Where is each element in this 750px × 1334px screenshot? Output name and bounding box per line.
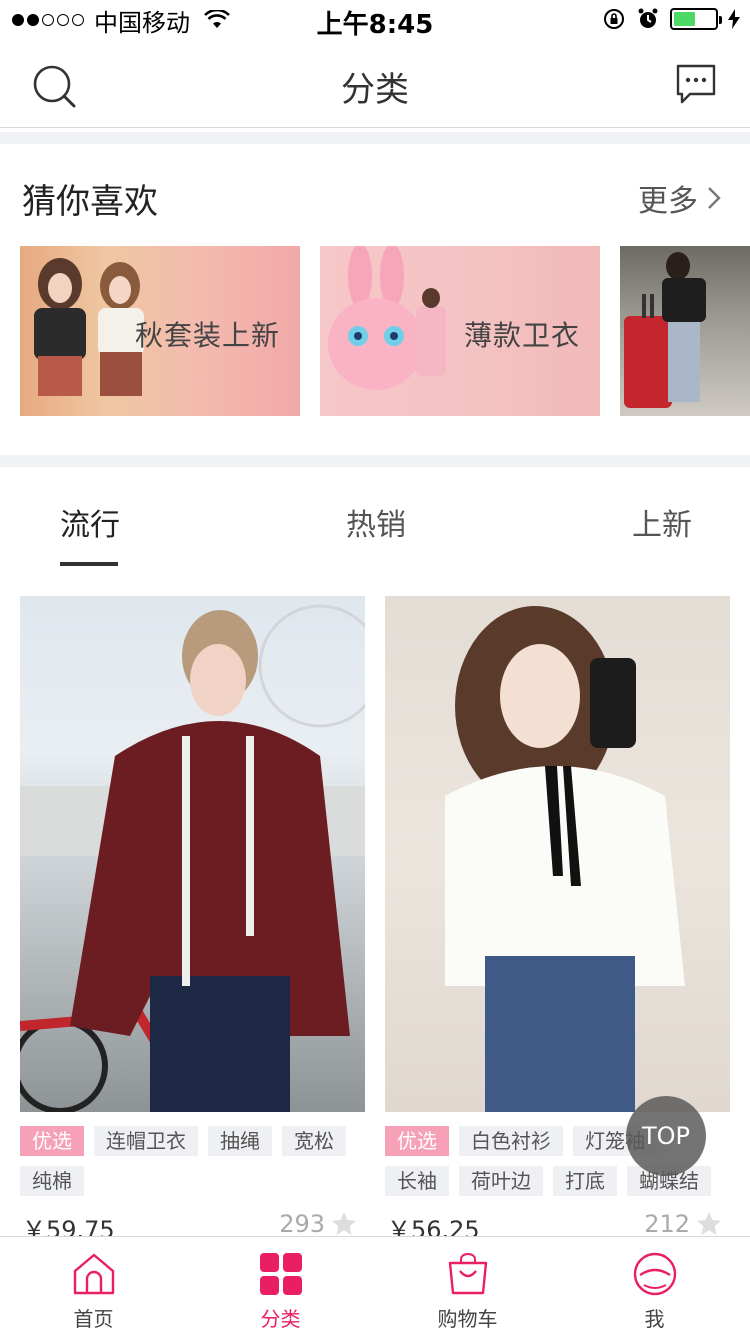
tab-active-indicator (60, 562, 118, 566)
banner-autumn-sets[interactable]: 秋套装上新 (20, 246, 300, 416)
alarm-icon (638, 8, 658, 28)
product-likes[interactable]: 212 (644, 1210, 722, 1238)
likes-count: 212 (644, 1210, 690, 1238)
message-icon[interactable] (674, 62, 718, 106)
tabbar-item-home[interactable]: 首页 (0, 1237, 187, 1334)
tag: 宽松 (282, 1126, 346, 1156)
hoodie-model-illustration (20, 604, 365, 1112)
banner-label: 秋套装上新 (134, 319, 280, 352)
tabbar-item-cart[interactable]: 购物车 (374, 1237, 561, 1334)
product-image[interactable] (385, 596, 730, 1112)
home-icon (73, 1253, 114, 1295)
star-icon (332, 1212, 356, 1235)
blouse-model-illustration (445, 606, 685, 1112)
status-bar: 中国移动 上午8:45 (0, 0, 750, 40)
tabbar-label: 购物车 (437, 1307, 498, 1331)
tabbar-item-profile[interactable]: 我 (561, 1237, 748, 1334)
tag-featured: 优选 (385, 1126, 449, 1156)
banner-light-hoodies[interactable]: 薄款卫衣 (320, 246, 600, 416)
tag: 荷叶边 (459, 1166, 543, 1196)
category-icon (259, 1253, 302, 1295)
tag: 抽绳 (208, 1126, 272, 1156)
tabbar-label: 首页 (73, 1307, 114, 1331)
tabbar-label: 我 (644, 1307, 665, 1331)
tag: 白色衬衫 (459, 1126, 563, 1156)
charging-icon (728, 9, 740, 29)
product-image[interactable] (20, 596, 365, 1112)
cart-icon (448, 1253, 487, 1295)
tag: 长袖 (385, 1166, 449, 1196)
more-label: 更多 (638, 184, 698, 219)
product-card[interactable]: 优选 连帽卫衣 抽绳 宽松 纯棉 ￥59.75 293 (20, 596, 365, 1250)
battery-icon (670, 8, 722, 30)
section-divider (0, 455, 750, 467)
tabbar-label: 分类 (260, 1307, 301, 1331)
scroll-to-top-button[interactable]: TOP (626, 1096, 706, 1176)
bottom-tab-bar: 首页 分类 购物车 我 (0, 1236, 750, 1334)
profile-icon (633, 1252, 676, 1296)
nav-bar: 分类 (0, 40, 750, 128)
tag-featured: 优选 (20, 1126, 84, 1156)
tabbar-item-category[interactable]: 分类 (187, 1237, 374, 1334)
tab-new[interactable]: 上新 (632, 500, 692, 544)
tag: 打底 (553, 1166, 617, 1196)
tab-popular[interactable]: 流行 (60, 500, 120, 544)
category-tabs: 流行 热销 上新 (0, 488, 750, 568)
banner-label: 薄款卫衣 (463, 319, 580, 352)
tag: 纯棉 (20, 1166, 84, 1196)
section-divider (0, 132, 750, 144)
tag: 连帽卫衣 (94, 1126, 198, 1156)
tab-hot-sale[interactable]: 热销 (346, 500, 406, 544)
bunny-plush-image (328, 246, 446, 390)
page-title: 分类 (341, 70, 409, 110)
chevron-right-icon (708, 187, 721, 209)
product-tags: 优选 连帽卫衣 抽绳 宽松 纯棉 (20, 1126, 365, 1196)
status-right (602, 7, 740, 31)
product-likes[interactable]: 293 (279, 1210, 357, 1238)
banner-luggage-image (624, 252, 706, 408)
likes-count: 293 (279, 1210, 325, 1238)
rotation-lock-icon (604, 9, 624, 29)
star-icon (697, 1212, 721, 1235)
banner-travel-style[interactable] (620, 246, 750, 416)
recommend-title: 猜你喜欢 (22, 182, 158, 222)
recommend-more-link[interactable]: 更多 (638, 176, 722, 220)
